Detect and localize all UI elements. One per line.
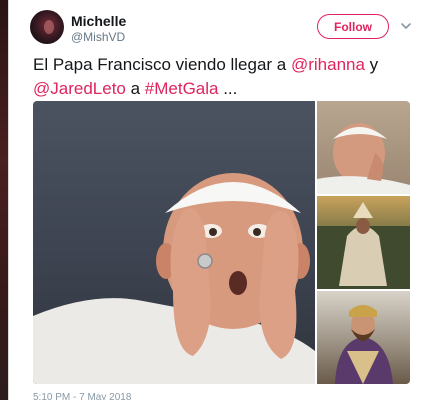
pope-photo-illustration — [33, 173, 315, 384]
thumbnail-photo-3[interactable] — [317, 291, 410, 384]
thumbnail-photo-1[interactable] — [317, 101, 410, 194]
divider — [8, 0, 9, 400]
mention-jaredleto-link[interactable]: @JaredLeto — [33, 79, 126, 98]
text-segment: El Papa Francisco viendo llegar a — [33, 55, 291, 74]
media-grid — [33, 101, 410, 384]
text-segment: ... — [218, 79, 238, 98]
thumbnail-photo-2[interactable] — [317, 196, 410, 289]
background-window-edge — [0, 0, 8, 400]
pope-thumbnail-illustration — [317, 123, 410, 194]
tweet-timestamp[interactable]: 5:10 PM - 7 May 2018 — [33, 392, 131, 400]
tweet-header: Michelle @MishVD Follow — [30, 10, 420, 46]
rihanna-thumbnail-illustration — [317, 202, 410, 289]
hashtag-metgala-link[interactable]: #MetGala — [145, 79, 219, 98]
user-handle[interactable]: @MishVD — [71, 30, 125, 44]
user-name[interactable]: Michelle — [71, 13, 126, 29]
avatar[interactable] — [30, 10, 64, 44]
text-segment: y — [364, 55, 379, 74]
text-segment: a — [125, 79, 145, 98]
mention-rihanna-link[interactable]: @rihanna — [291, 55, 365, 74]
chevron-down-icon[interactable] — [400, 20, 412, 32]
tweet-text: El Papa Francisco viendo llegar a @rihan… — [33, 53, 413, 101]
main-photo[interactable] — [33, 101, 315, 384]
jaredleto-thumbnail-illustration — [335, 305, 393, 384]
follow-button[interactable]: Follow — [317, 14, 389, 39]
